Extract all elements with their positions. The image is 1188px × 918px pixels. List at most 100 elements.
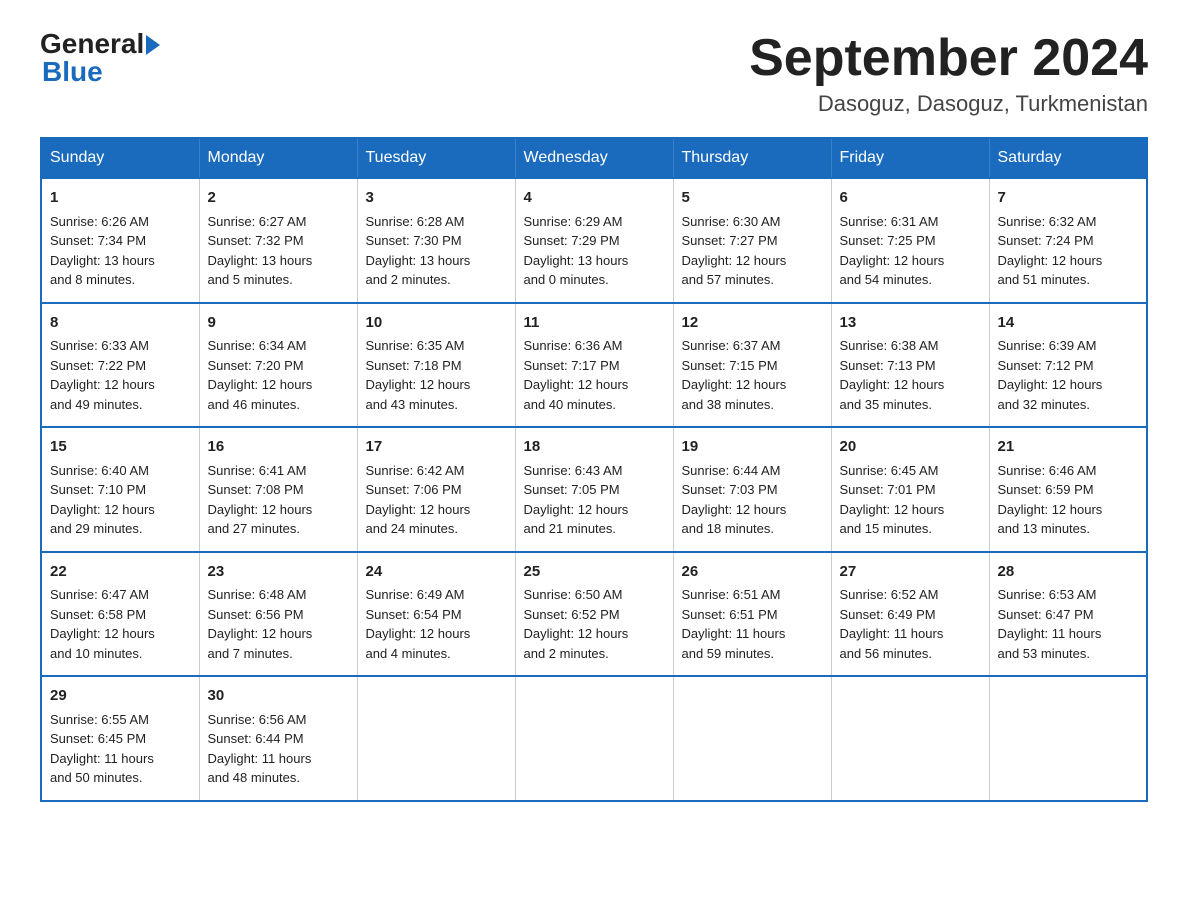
day-info: and 4 minutes. (366, 644, 507, 664)
day-info: Sunset: 6:49 PM (840, 605, 981, 625)
day-info: Sunset: 7:32 PM (208, 231, 349, 251)
calendar-cell: 19Sunrise: 6:44 AMSunset: 7:03 PMDayligh… (673, 427, 831, 552)
day-info: Daylight: 12 hours (998, 375, 1139, 395)
day-info: and 54 minutes. (840, 270, 981, 290)
day-number: 28 (998, 561, 1139, 584)
day-info: Sunrise: 6:28 AM (366, 212, 507, 232)
calendar-week-row: 22Sunrise: 6:47 AMSunset: 6:58 PMDayligh… (41, 552, 1147, 677)
day-info: Daylight: 12 hours (998, 500, 1139, 520)
calendar-cell: 1Sunrise: 6:26 AMSunset: 7:34 PMDaylight… (41, 178, 199, 303)
day-info: Sunrise: 6:56 AM (208, 710, 349, 730)
day-info: and 5 minutes. (208, 270, 349, 290)
calendar-cell: 11Sunrise: 6:36 AMSunset: 7:17 PMDayligh… (515, 303, 673, 428)
calendar-cell: 27Sunrise: 6:52 AMSunset: 6:49 PMDayligh… (831, 552, 989, 677)
day-info: and 59 minutes. (682, 644, 823, 664)
day-info: and 2 minutes. (366, 270, 507, 290)
day-info: Daylight: 12 hours (208, 624, 349, 644)
day-info: Sunset: 7:29 PM (524, 231, 665, 251)
day-info: and 40 minutes. (524, 395, 665, 415)
day-info: Daylight: 11 hours (998, 624, 1139, 644)
day-number: 2 (208, 187, 349, 210)
day-number: 10 (366, 312, 507, 335)
logo-blue: Blue (42, 58, 103, 86)
calendar-cell: 14Sunrise: 6:39 AMSunset: 7:12 PMDayligh… (989, 303, 1147, 428)
day-info: and 53 minutes. (998, 644, 1139, 664)
calendar-cell: 15Sunrise: 6:40 AMSunset: 7:10 PMDayligh… (41, 427, 199, 552)
calendar-cell: 8Sunrise: 6:33 AMSunset: 7:22 PMDaylight… (41, 303, 199, 428)
header-day-wednesday: Wednesday (515, 138, 673, 178)
day-number: 3 (366, 187, 507, 210)
day-info: Daylight: 12 hours (366, 375, 507, 395)
calendar-cell: 21Sunrise: 6:46 AMSunset: 6:59 PMDayligh… (989, 427, 1147, 552)
day-info: Sunset: 6:54 PM (366, 605, 507, 625)
day-info: Daylight: 11 hours (840, 624, 981, 644)
calendar-cell: 25Sunrise: 6:50 AMSunset: 6:52 PMDayligh… (515, 552, 673, 677)
day-number: 29 (50, 685, 191, 708)
calendar-cell: 12Sunrise: 6:37 AMSunset: 7:15 PMDayligh… (673, 303, 831, 428)
day-info: and 18 minutes. (682, 519, 823, 539)
day-info: Sunrise: 6:48 AM (208, 585, 349, 605)
day-info: Daylight: 12 hours (366, 624, 507, 644)
calendar-cell: 7Sunrise: 6:32 AMSunset: 7:24 PMDaylight… (989, 178, 1147, 303)
day-info: Sunrise: 6:33 AM (50, 336, 191, 356)
day-info: Daylight: 11 hours (682, 624, 823, 644)
day-number: 12 (682, 312, 823, 335)
header-day-sunday: Sunday (41, 138, 199, 178)
day-info: Sunrise: 6:40 AM (50, 461, 191, 481)
header-day-thursday: Thursday (673, 138, 831, 178)
day-info: Sunset: 7:25 PM (840, 231, 981, 251)
header-day-tuesday: Tuesday (357, 138, 515, 178)
calendar-cell: 5Sunrise: 6:30 AMSunset: 7:27 PMDaylight… (673, 178, 831, 303)
calendar-table: SundayMondayTuesdayWednesdayThursdayFrid… (40, 137, 1148, 802)
calendar-cell: 24Sunrise: 6:49 AMSunset: 6:54 PMDayligh… (357, 552, 515, 677)
day-info: Sunrise: 6:41 AM (208, 461, 349, 481)
day-number: 7 (998, 187, 1139, 210)
day-info: Sunset: 7:22 PM (50, 356, 191, 376)
day-info: Sunset: 6:59 PM (998, 480, 1139, 500)
logo-arrow-icon (146, 35, 160, 55)
day-info: and 48 minutes. (208, 768, 349, 788)
calendar-week-row: 1Sunrise: 6:26 AMSunset: 7:34 PMDaylight… (41, 178, 1147, 303)
calendar-cell (989, 676, 1147, 801)
day-info: Sunrise: 6:51 AM (682, 585, 823, 605)
day-number: 4 (524, 187, 665, 210)
logo-general: General (40, 30, 144, 58)
calendar-cell: 16Sunrise: 6:41 AMSunset: 7:08 PMDayligh… (199, 427, 357, 552)
day-number: 18 (524, 436, 665, 459)
day-info: Sunrise: 6:30 AM (682, 212, 823, 232)
calendar-cell: 2Sunrise: 6:27 AMSunset: 7:32 PMDaylight… (199, 178, 357, 303)
day-info: Sunrise: 6:42 AM (366, 461, 507, 481)
day-info: Sunset: 7:27 PM (682, 231, 823, 251)
day-number: 24 (366, 561, 507, 584)
day-info: Daylight: 12 hours (208, 500, 349, 520)
day-info: and 27 minutes. (208, 519, 349, 539)
calendar-cell (515, 676, 673, 801)
day-number: 6 (840, 187, 981, 210)
day-info: Sunrise: 6:31 AM (840, 212, 981, 232)
day-number: 19 (682, 436, 823, 459)
day-info: Sunset: 7:17 PM (524, 356, 665, 376)
day-number: 22 (50, 561, 191, 584)
day-info: Daylight: 12 hours (524, 624, 665, 644)
day-info: Sunrise: 6:35 AM (366, 336, 507, 356)
day-info: Daylight: 12 hours (366, 500, 507, 520)
day-info: Sunset: 7:34 PM (50, 231, 191, 251)
day-info: Sunset: 6:47 PM (998, 605, 1139, 625)
day-info: Sunrise: 6:49 AM (366, 585, 507, 605)
day-number: 27 (840, 561, 981, 584)
day-info: Sunrise: 6:50 AM (524, 585, 665, 605)
day-info: and 10 minutes. (50, 644, 191, 664)
calendar-title: September 2024 (749, 30, 1148, 87)
logo: General Blue (40, 30, 160, 86)
calendar-cell: 26Sunrise: 6:51 AMSunset: 6:51 PMDayligh… (673, 552, 831, 677)
day-info: Sunrise: 6:55 AM (50, 710, 191, 730)
day-info: and 56 minutes. (840, 644, 981, 664)
day-info: Sunrise: 6:46 AM (998, 461, 1139, 481)
day-info: Sunrise: 6:32 AM (998, 212, 1139, 232)
day-info: Sunset: 6:45 PM (50, 729, 191, 749)
day-info: and 15 minutes. (840, 519, 981, 539)
day-info: Sunrise: 6:53 AM (998, 585, 1139, 605)
day-info: Sunset: 6:56 PM (208, 605, 349, 625)
day-info: Daylight: 12 hours (682, 375, 823, 395)
day-info: and 8 minutes. (50, 270, 191, 290)
